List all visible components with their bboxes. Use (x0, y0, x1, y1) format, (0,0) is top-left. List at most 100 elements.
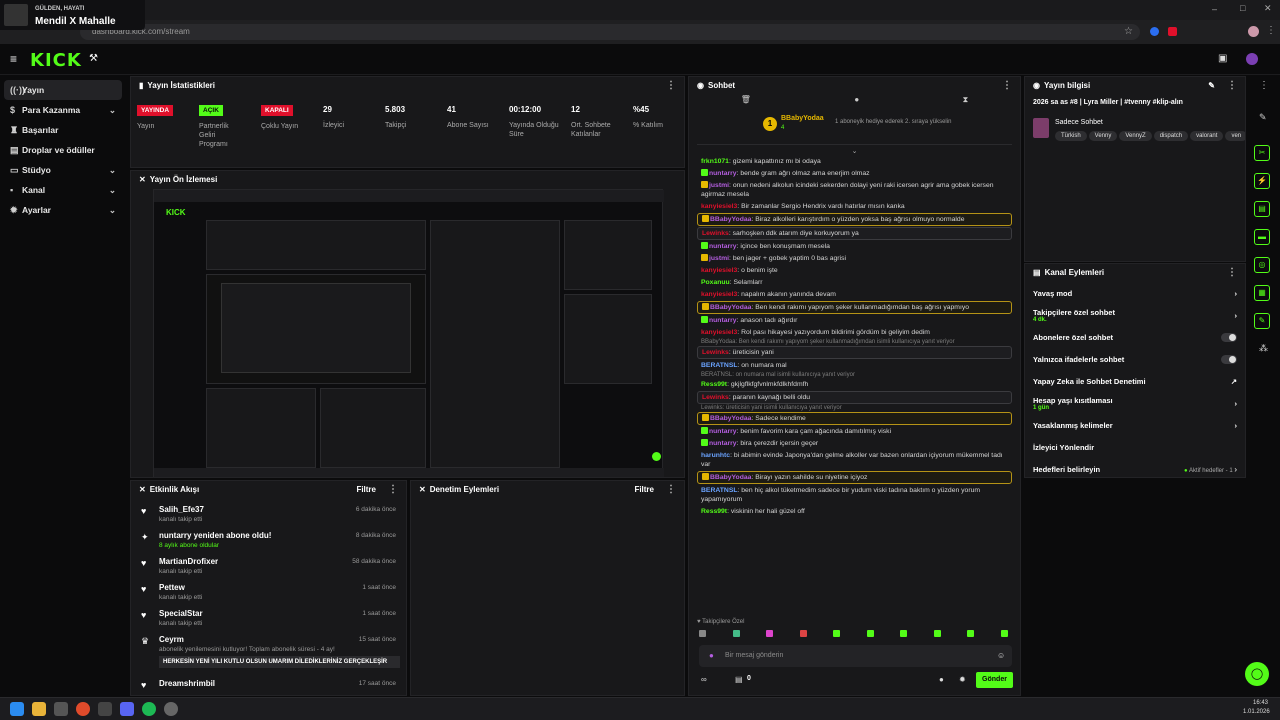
chat-message[interactable]: BBabyYodaa: Biraz alkolleri karıştırdım … (697, 213, 1012, 226)
sidebar-item-studyo[interactable]: ▭ Stüdyo ⌄ (4, 160, 122, 180)
chat-message[interactable]: Ress99t: viskinin her hali güzel off (697, 506, 1012, 517)
explorer-icon[interactable] (32, 702, 46, 716)
emote-icon[interactable] (866, 630, 874, 637)
chevron-down-icon[interactable]: ⌄ (689, 147, 1020, 155)
chat-message[interactable]: nuntarry: bira çerezdir içersin geçer (697, 438, 1012, 449)
chat-username[interactable]: nuntarry (709, 243, 737, 250)
chat-username[interactable]: BERATNSL (701, 487, 738, 494)
ai-moderation-row[interactable]: Yapay Zeka ile Sohbet Denetimi ↗ (1025, 370, 1245, 392)
sidebar-item-yayin[interactable]: ((·)) Yayın (4, 80, 122, 100)
chat-message[interactable]: frkn1071: gizemi kapattınız mı bi odaya (697, 156, 1012, 167)
chat-username[interactable]: kanyiesiel3 (701, 203, 737, 210)
emote-icon[interactable] (766, 630, 774, 637)
more-icon[interactable]: ⋮ (666, 77, 676, 95)
minimize-icon[interactable]: – (1212, 4, 1217, 14)
raid-row[interactable]: İzleyici Yönlendir (1025, 436, 1245, 458)
chat-username[interactable]: Lewinks (702, 394, 729, 401)
activity-item[interactable]: ♥ Pettew kanalı takip etti 1 saat önce (137, 581, 400, 607)
chat-username[interactable]: Lewinks (702, 349, 729, 356)
emote-icon[interactable] (967, 630, 975, 637)
maximize-icon[interactable]: □ (1240, 3, 1245, 13)
emote-icon[interactable] (900, 630, 908, 637)
tag[interactable]: ven (1225, 131, 1245, 141)
sidebar-item-droplar[interactable]: ▤ Droplar ve ödüller (4, 140, 122, 160)
rail-clip-button[interactable]: ✂ (1254, 145, 1270, 161)
chat-message[interactable]: nuntarry: bende gram ağrı olmaz ama ener… (697, 168, 1012, 179)
tag[interactable]: Venny (1088, 131, 1118, 141)
edit-icon[interactable]: ✎ (1208, 77, 1215, 95)
emote-icon[interactable] (799, 630, 807, 637)
avatar[interactable] (1248, 26, 1259, 37)
support-chat-button[interactable]: ◯ (1245, 662, 1269, 686)
chat-username[interactable]: nuntarry (709, 317, 737, 324)
trash-icon[interactable]: 🗑 (741, 95, 751, 109)
goals-row[interactable]: Hedefleri belirleyin ● Aktif hedefler - 1… (1025, 458, 1245, 480)
chat-input[interactable]: ● Bir mesaj gönderin ☺ (699, 645, 1012, 667)
slow-mode-row[interactable]: Yavaş mod › (1025, 282, 1245, 304)
sidebar-item-ayarlar[interactable]: ✹ Ayarlar ⌄ (4, 200, 122, 220)
chat-message[interactable]: kanyiesiel3: o benim işte (697, 265, 1012, 276)
tag[interactable]: Türkish (1055, 131, 1087, 141)
infinity-icon[interactable]: ∞ (701, 675, 707, 684)
chat-username[interactable]: kanyiesiel3 (701, 267, 737, 274)
app-icon[interactable] (54, 702, 68, 716)
more-icon[interactable]: ⋮ (1002, 77, 1012, 95)
emote-icon[interactable] (833, 630, 841, 637)
settings-icon[interactable]: ✹ (959, 675, 966, 684)
account-age-row[interactable]: Hesap yaşı kısıtlaması 1 gün › (1025, 392, 1245, 414)
chat-username[interactable]: Poxanuu (701, 279, 730, 286)
edit-icon[interactable]: ✎ (1259, 112, 1267, 123)
extension-icon[interactable] (1150, 27, 1159, 36)
sidebar-item-basarilar[interactable]: ♜ Başarılar (4, 120, 122, 140)
emote-only-toggle[interactable] (1221, 354, 1237, 364)
rail-layout-button[interactable]: ▦ (1254, 285, 1270, 301)
chat-username[interactable]: nuntarry (709, 440, 737, 447)
group-icon[interactable]: ⁂ (1259, 343, 1268, 354)
kick-logo[interactable]: KICK (30, 50, 82, 71)
address-bar[interactable]: dashboard.kick.com/stream (80, 24, 1140, 40)
emote-icon[interactable] (732, 630, 740, 637)
tag[interactable]: valorant (1190, 131, 1224, 141)
chat-bubble-icon[interactable]: ● (939, 675, 944, 684)
emote-icon[interactable] (933, 630, 941, 637)
chat-message[interactable]: BBabyYodaa: Sadece kendime (697, 412, 1012, 425)
mic-icon[interactable]: ● (709, 651, 714, 660)
chat-message[interactable]: harunhtc: bi abimin evinde Japonya'dan g… (697, 450, 1012, 470)
clock-date[interactable]: 1.01.2026 (1243, 709, 1270, 715)
activity-item[interactable]: ♥ MartianDrofixer kanalı takip etti 58 daki… (137, 555, 400, 581)
more-icon[interactable]: ⋮ (1227, 264, 1237, 282)
chat-message[interactable]: justmi: ben jager + gobek yaptim 0 bas a… (697, 253, 1012, 264)
chat-message[interactable]: nuntarry: anason tadı ağırdır (697, 315, 1012, 326)
clock-time[interactable]: 16:43 (1253, 700, 1268, 706)
chrome-icon[interactable] (76, 702, 90, 716)
more-icon[interactable]: ⋮ (1259, 80, 1269, 91)
activity-item[interactable]: ✦ nuntarry yeniden abone oldu! 8 aylık abo… (137, 529, 400, 555)
profile-avatar[interactable] (1246, 53, 1258, 65)
sidebar-item-para-kazanma[interactable]: $ Para Kazanma ⌄ (4, 100, 122, 120)
chat-message[interactable]: nuntarry: benim favorim kara çam ağacınd… (697, 426, 1012, 437)
emote-icon[interactable] (699, 630, 706, 637)
chat-username[interactable]: kanyiesiel3 (701, 291, 737, 298)
emoji-icon[interactable]: ☺ (997, 651, 1005, 660)
rail-broadcast-button[interactable]: ◎ (1254, 257, 1270, 273)
hamburger-icon[interactable]: ≡ (10, 52, 17, 66)
chat-username[interactable]: BBabyYodaa (710, 304, 751, 311)
chat-message[interactable]: BBabyYodaa: Birayı yazın sahilde su niye… (697, 471, 1012, 484)
chat-username[interactable]: frkn1071 (701, 158, 729, 165)
filter-button[interactable]: Filtre (634, 481, 654, 499)
banned-words-row[interactable]: Yasaklanmış kelimeler › (1025, 414, 1245, 436)
chat-username[interactable]: Lewinks (702, 230, 729, 237)
chat-message[interactable]: BBabyYodaa: Ben kendi rakımı yapıyom şek… (697, 301, 1012, 314)
chat-username[interactable]: nuntarry (709, 170, 737, 177)
filter-button[interactable]: Filtre (356, 481, 376, 499)
subscribers-only-toggle[interactable] (1221, 332, 1237, 342)
chat-message[interactable]: kanyiesiel3: Bir zamanlar Sergio Hendrix… (697, 201, 1012, 212)
activity-item[interactable]: ♥ Dreamshrimbil 17 saat önce (137, 677, 400, 690)
tag[interactable]: dispatch (1153, 131, 1189, 141)
more-icon[interactable]: ⋮ (666, 481, 676, 499)
star-icon[interactable]: ☆ (1124, 26, 1133, 37)
discord-icon[interactable] (120, 702, 134, 716)
sidebar-item-kanal[interactable]: ▪ Kanal ⌄ (4, 180, 122, 200)
chat-message[interactable]: kanyiesiel3: Rol pası hikayesi yazıyordu… (697, 327, 1012, 338)
pinned-gift-leader[interactable]: 1 BBabyYodaa 4 1 aboneyik hediye ederek … (697, 111, 1012, 145)
